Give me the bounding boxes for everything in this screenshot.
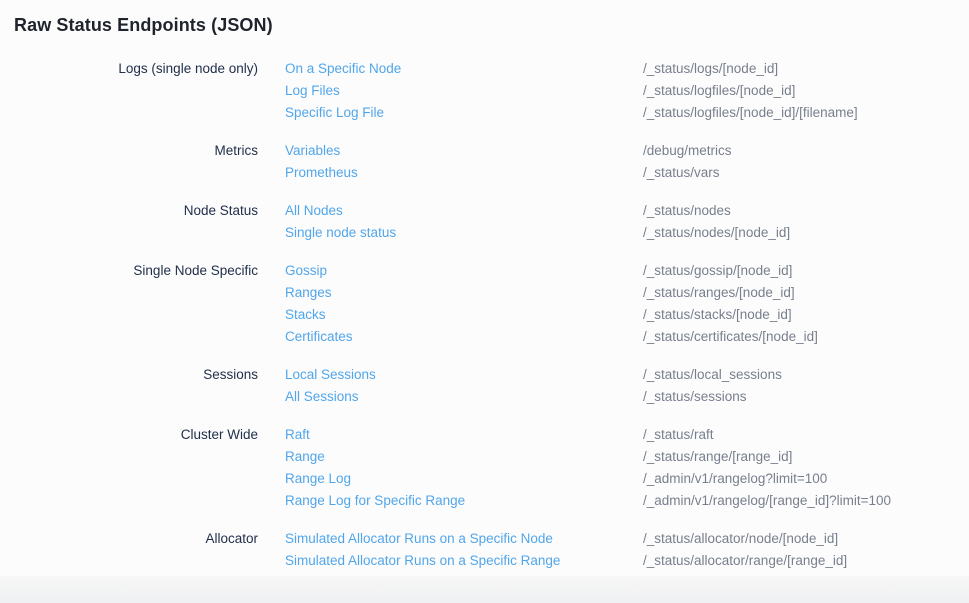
- endpoint-link[interactable]: All Sessions: [285, 389, 359, 404]
- category-spacer: [14, 386, 285, 408]
- endpoint-link[interactable]: Gossip: [285, 263, 327, 278]
- category-spacer: [14, 550, 285, 572]
- endpoint-link-cell: Range: [285, 446, 643, 468]
- endpoint-link[interactable]: Raft: [285, 427, 310, 442]
- endpoint-path: /_status/logfiles/[node_id]: [643, 80, 969, 102]
- category-spacer: [14, 490, 285, 512]
- endpoint-link-cell: Simulated Allocator Runs on a Specific R…: [285, 550, 643, 572]
- category-spacer: [14, 468, 285, 490]
- endpoint-link[interactable]: Single node status: [285, 225, 396, 240]
- endpoint-path: /_status/certificates/[node_id]: [643, 326, 969, 348]
- endpoint-path: /debug/metrics: [643, 140, 969, 162]
- endpoint-link[interactable]: Log Files: [285, 83, 340, 98]
- endpoint-sections: Logs (single node only)On a Specific Nod…: [14, 58, 969, 572]
- endpoint-link[interactable]: Range Log: [285, 471, 351, 486]
- category-spacer: [14, 304, 285, 326]
- endpoint-link-cell: Prometheus: [285, 162, 643, 184]
- endpoint-path: /_status/ranges/[node_id]: [643, 282, 969, 304]
- endpoint-link-cell: Raft: [285, 424, 643, 446]
- category-label: Cluster Wide: [14, 424, 285, 446]
- endpoint-section: Logs (single node only)On a Specific Nod…: [14, 58, 969, 124]
- endpoint-link-cell: On a Specific Node: [285, 58, 643, 80]
- endpoint-link-cell: Variables: [285, 140, 643, 162]
- endpoint-link[interactable]: Specific Log File: [285, 105, 384, 120]
- endpoint-path: /_status/stacks/[node_id]: [643, 304, 969, 326]
- endpoint-path: /_status/local_sessions: [643, 364, 969, 386]
- category-label: Sessions: [14, 364, 285, 386]
- endpoint-section: AllocatorSimulated Allocator Runs on a S…: [14, 528, 969, 572]
- endpoint-link-cell: Simulated Allocator Runs on a Specific N…: [285, 528, 643, 550]
- endpoint-path: /_status/nodes/[node_id]: [643, 222, 969, 244]
- endpoint-path: /_status/nodes: [643, 200, 969, 222]
- endpoint-path: /_admin/v1/rangelog?limit=100: [643, 468, 969, 490]
- category-spacer: [14, 446, 285, 468]
- category-spacer: [14, 80, 285, 102]
- endpoint-section: Cluster WideRaft /_status/raft Range /_stat…: [14, 424, 969, 512]
- endpoint-link[interactable]: On a Specific Node: [285, 61, 401, 76]
- category-label: Metrics: [14, 140, 285, 162]
- endpoint-path: /_status/logfiles/[node_id]/[filename]: [643, 102, 969, 124]
- endpoint-link[interactable]: Variables: [285, 143, 340, 158]
- endpoint-section: Node StatusAll Nodes /_status/nodes Single…: [14, 200, 969, 244]
- category-spacer: [14, 102, 285, 124]
- category-spacer: [14, 222, 285, 244]
- endpoint-path: /_admin/v1/rangelog/[range_id]?limit=100: [643, 490, 969, 512]
- endpoint-link-cell: Range Log for Specific Range: [285, 490, 643, 512]
- endpoint-link-cell: Range Log: [285, 468, 643, 490]
- endpoint-path: /_status/sessions: [643, 386, 969, 408]
- endpoint-link-cell: All Sessions: [285, 386, 643, 408]
- endpoint-link-cell: Gossip: [285, 260, 643, 282]
- debug-endpoints-page: Raw Status Endpoints (JSON) Logs (single…: [0, 0, 969, 572]
- endpoint-link[interactable]: Prometheus: [285, 165, 358, 180]
- endpoint-link[interactable]: Local Sessions: [285, 367, 376, 382]
- endpoint-link-cell: Ranges: [285, 282, 643, 304]
- endpoint-path: /_status/allocator/node/[node_id]: [643, 528, 969, 550]
- endpoint-link-cell: Local Sessions: [285, 364, 643, 386]
- endpoint-link[interactable]: Certificates: [285, 329, 353, 344]
- category-label: Logs (single node only): [14, 58, 285, 80]
- endpoint-link[interactable]: Simulated Allocator Runs on a Specific N…: [285, 531, 553, 546]
- page-title: Raw Status Endpoints (JSON): [14, 13, 969, 37]
- endpoint-path: /_status/range/[range_id]: [643, 446, 969, 468]
- endpoint-link[interactable]: Ranges: [285, 285, 332, 300]
- endpoint-link[interactable]: Range: [285, 449, 325, 464]
- endpoint-link-cell: Certificates: [285, 326, 643, 348]
- category-spacer: [14, 326, 285, 348]
- endpoint-link-cell: Specific Log File: [285, 102, 643, 124]
- endpoint-link[interactable]: All Nodes: [285, 203, 343, 218]
- endpoint-section: MetricsVariables/debug/metrics Prometheus…: [14, 140, 969, 184]
- endpoint-link[interactable]: Range Log for Specific Range: [285, 493, 465, 508]
- category-spacer: [14, 282, 285, 304]
- endpoint-path: /_status/raft: [643, 424, 969, 446]
- endpoint-path: /_status/gossip/[node_id]: [643, 260, 969, 282]
- endpoint-link[interactable]: Stacks: [285, 307, 326, 322]
- endpoint-path: /_status/logs/[node_id]: [643, 58, 969, 80]
- endpoint-link-cell: Single node status: [285, 222, 643, 244]
- footer-strip: [0, 576, 969, 603]
- category-label: Single Node Specific: [14, 260, 285, 282]
- endpoint-link-cell: Stacks: [285, 304, 643, 326]
- endpoint-link-cell: Log Files: [285, 80, 643, 102]
- endpoint-path: /_status/vars: [643, 162, 969, 184]
- endpoint-path: /_status/allocator/range/[range_id]: [643, 550, 969, 572]
- endpoint-link-cell: All Nodes: [285, 200, 643, 222]
- category-label: Allocator: [14, 528, 285, 550]
- category-spacer: [14, 162, 285, 184]
- endpoint-section: SessionsLocal Sessions /_status/local_ses…: [14, 364, 969, 408]
- endpoint-section: Single Node SpecificGossip /_status/gossi…: [14, 260, 969, 348]
- endpoint-link[interactable]: Simulated Allocator Runs on a Specific R…: [285, 553, 560, 568]
- category-label: Node Status: [14, 200, 285, 222]
